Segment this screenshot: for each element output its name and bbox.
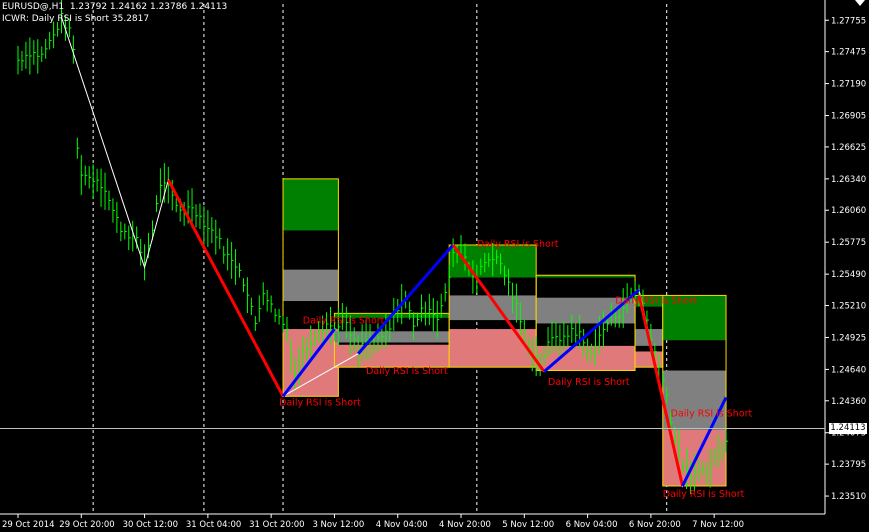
- y-tick-label: 1.25775: [831, 238, 866, 248]
- axes: 1.27755 1.27475 1.27190 1.26905 1.26625 1.263…: [0, 0, 866, 530]
- zone-gray-box: [283, 269, 339, 302]
- rsi-label: Daily RSI is Short: [366, 366, 448, 377]
- y-tick-label: 1.24640: [831, 365, 866, 375]
- indicator-header: ICWR: Daily RSI is Short 35.2817: [2, 14, 150, 24]
- y-tick-label: 1.24925: [831, 333, 866, 343]
- x-tick-label: 4 Nov 04:00: [376, 520, 428, 530]
- x-tick-label: 30 Oct 12:00: [123, 520, 178, 530]
- rsi-label: Daily RSI is Short: [279, 397, 361, 408]
- zigzag-line: [61, 17, 727, 488]
- y-tick-label: 1.23795: [831, 460, 866, 470]
- y-tick-label: 1.25210: [831, 302, 866, 312]
- zone-pink-box: [334, 344, 450, 368]
- x-tick-label: 5 Nov 12:00: [502, 520, 554, 530]
- zone-gray-box: [334, 331, 450, 343]
- y-tick-label: 1.27190: [831, 80, 866, 90]
- rsi-label: Daily RSI is Short: [663, 489, 745, 500]
- price-bars: [17, 0, 729, 495]
- x-tick-label: 31 Oct 04:00: [186, 520, 241, 530]
- price-chart[interactable]: Daily RSI is Short Daily RSI is Short Dail…: [0, 0, 869, 532]
- y-tick-label: 1.24360: [831, 397, 866, 407]
- x-tick-label: 31 Oct 20:00: [249, 520, 304, 530]
- rsi-label: Daily RSI is Short: [615, 295, 697, 306]
- symbol-header: EURUSD@,H1 1.23792 1.24162 1.23786 1.241…: [2, 2, 228, 12]
- rsi-label: Daily RSI is Short: [303, 315, 385, 326]
- y-tick-label: 1.26625: [831, 143, 866, 153]
- wave-down-line: [166, 179, 285, 398]
- zigzag-polyline: [61, 17, 727, 488]
- x-tick-label: 29 Oct 2014: [2, 520, 55, 530]
- y-tick-label: 1.27755: [831, 16, 866, 26]
- chart-scroll-marker-icon[interactable]: [855, 0, 865, 6]
- current-price-tag: 1.24113: [829, 422, 867, 434]
- y-tick-label: 1.25490: [831, 270, 866, 280]
- x-tick-label: 6 Nov 20:00: [629, 520, 681, 530]
- y-tick-label: 1.27475: [831, 48, 866, 58]
- x-tick-label: 3 Nov 12:00: [312, 520, 364, 530]
- rsi-label: Daily RSI is Short: [548, 377, 630, 388]
- vertical-grid-lines: [92, 4, 668, 514]
- zone-gray-box: [662, 370, 727, 430]
- rsi-label: Daily RSI is Short: [671, 408, 753, 419]
- zone-green-box: [283, 178, 339, 231]
- x-tick-label: 7 Nov 12:00: [692, 520, 744, 530]
- y-tick-label: 1.26060: [831, 206, 866, 216]
- zone-pink-box: [449, 329, 537, 368]
- y-tick-label: 1.26905: [831, 112, 866, 122]
- retracement-zones: [282, 178, 727, 487]
- x-tick-label: 29 Oct 20:00: [59, 520, 114, 530]
- y-tick-label: 1.26340: [831, 175, 866, 185]
- x-tick-label: 4 Nov 20:00: [439, 520, 491, 530]
- x-tick-label: 6 Nov 04:00: [566, 520, 618, 530]
- y-tick-label: 1.23510: [831, 492, 866, 502]
- rsi-label: Daily RSI is Short: [477, 239, 559, 250]
